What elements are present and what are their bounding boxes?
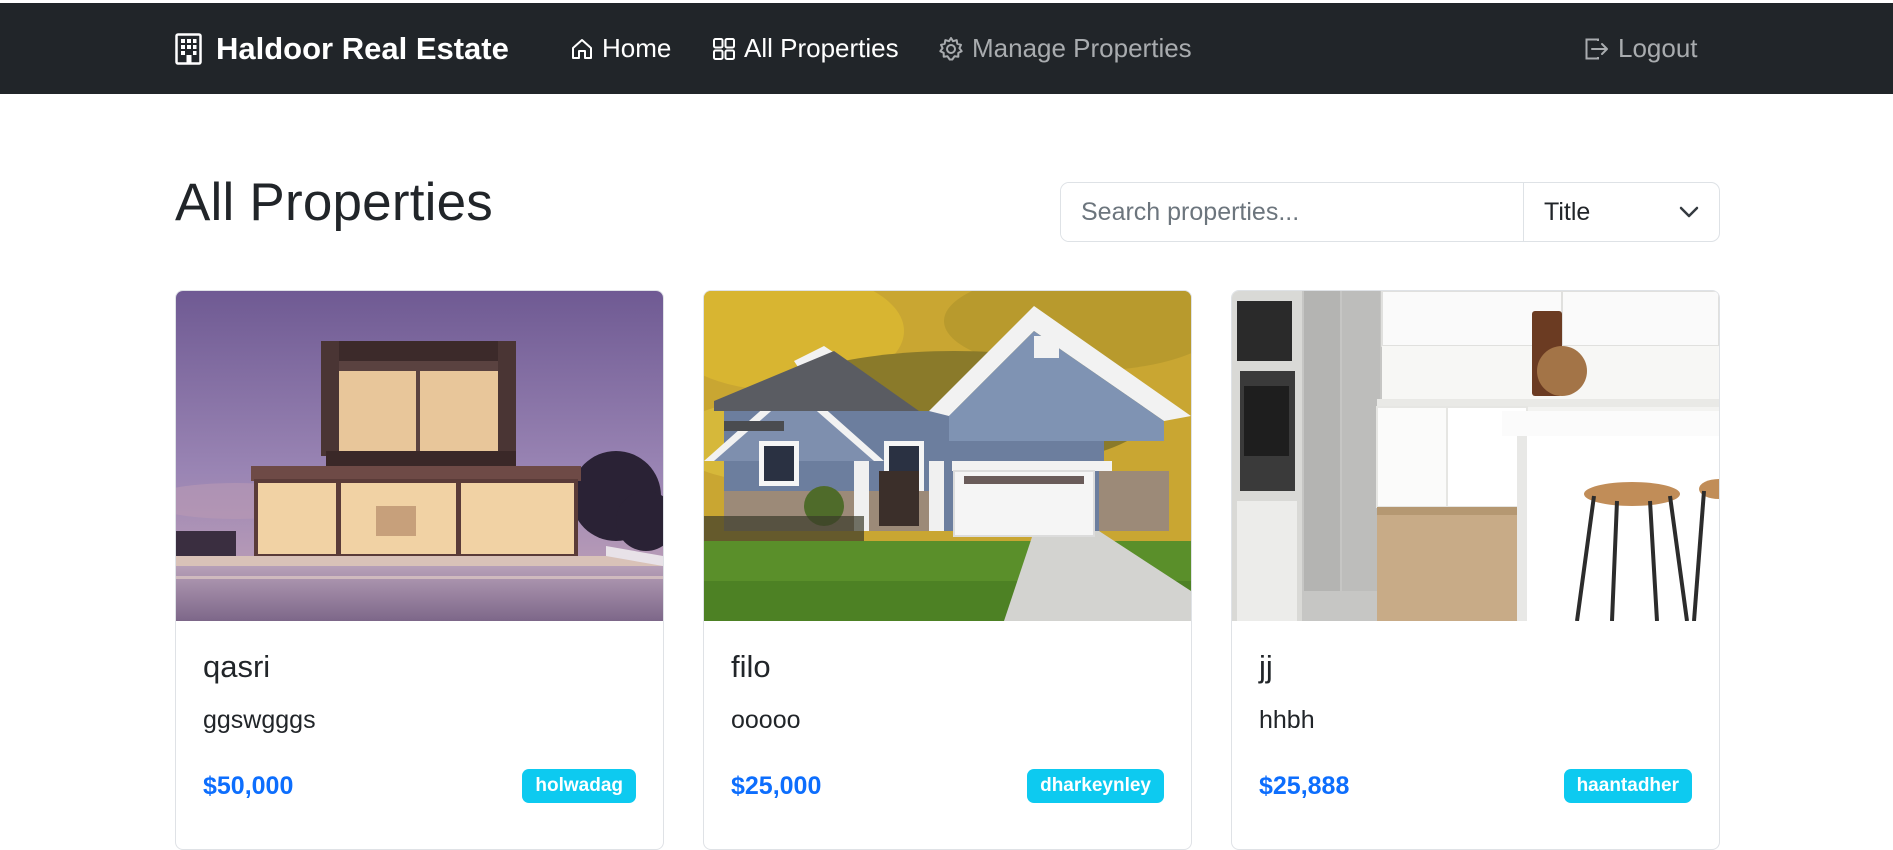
property-image-kitchen — [1232, 291, 1719, 621]
property-title: filo — [731, 649, 771, 684]
sort-select[interactable]: Title — [1524, 183, 1719, 241]
grid-icon — [713, 37, 735, 60]
navbar: Haldoor Real Estate Home All Properties — [0, 3, 1893, 94]
property-title: qasri — [203, 649, 271, 684]
property-card[interactable]: qasri ggswgggs $50,000 holwadag — [175, 290, 664, 850]
property-title: jj — [1259, 649, 1273, 684]
search-group: Title — [1060, 182, 1720, 242]
nav-home[interactable]: Home — [570, 3, 671, 94]
property-image-house — [704, 291, 1191, 621]
navbar-inner: Haldoor Real Estate Home All Properties — [175, 3, 1720, 94]
building-icon — [175, 32, 202, 65]
property-description: hhbh — [1259, 706, 1315, 734]
nav-home-label: Home — [602, 33, 672, 63]
property-image-villa — [176, 291, 663, 621]
brand-link[interactable]: Haldoor Real Estate — [175, 3, 509, 94]
gear-icon — [939, 36, 963, 60]
owner-badge: holwadag — [522, 769, 636, 803]
property-description: ooooo — [731, 706, 801, 734]
property-price: $25,888 — [1259, 772, 1350, 800]
property-card[interactable]: filo ooooo $25,000 dharkeynley — [703, 290, 1192, 850]
house-icon — [572, 38, 592, 59]
property-card[interactable]: jj hhbh $25,888 haantadher — [1231, 290, 1720, 850]
brand-name: Haldoor Real Estate — [216, 30, 509, 66]
sort-selected-value: Title — [1544, 197, 1591, 226]
logout-label: Logout — [1618, 33, 1698, 63]
owner-badge: dharkeynley — [1027, 769, 1164, 803]
search-input[interactable] — [1061, 183, 1524, 241]
logout-button[interactable]: Logout — [1584, 3, 1698, 94]
chevron-down-icon — [1679, 206, 1699, 218]
nav-all-properties[interactable]: All Properties — [712, 3, 899, 94]
nav-manage-label: Manage Properties — [972, 33, 1192, 63]
property-price: $50,000 — [203, 772, 294, 800]
logout-icon — [1585, 38, 1608, 59]
nav-manage-properties[interactable]: Manage Properties — [938, 3, 1192, 94]
owner-badge: haantadher — [1563, 769, 1692, 803]
nav-all-properties-label: All Properties — [744, 33, 899, 63]
page-title: All Properties — [175, 173, 493, 232]
property-description: ggswgggs — [203, 706, 316, 734]
property-price: $25,000 — [731, 772, 822, 800]
